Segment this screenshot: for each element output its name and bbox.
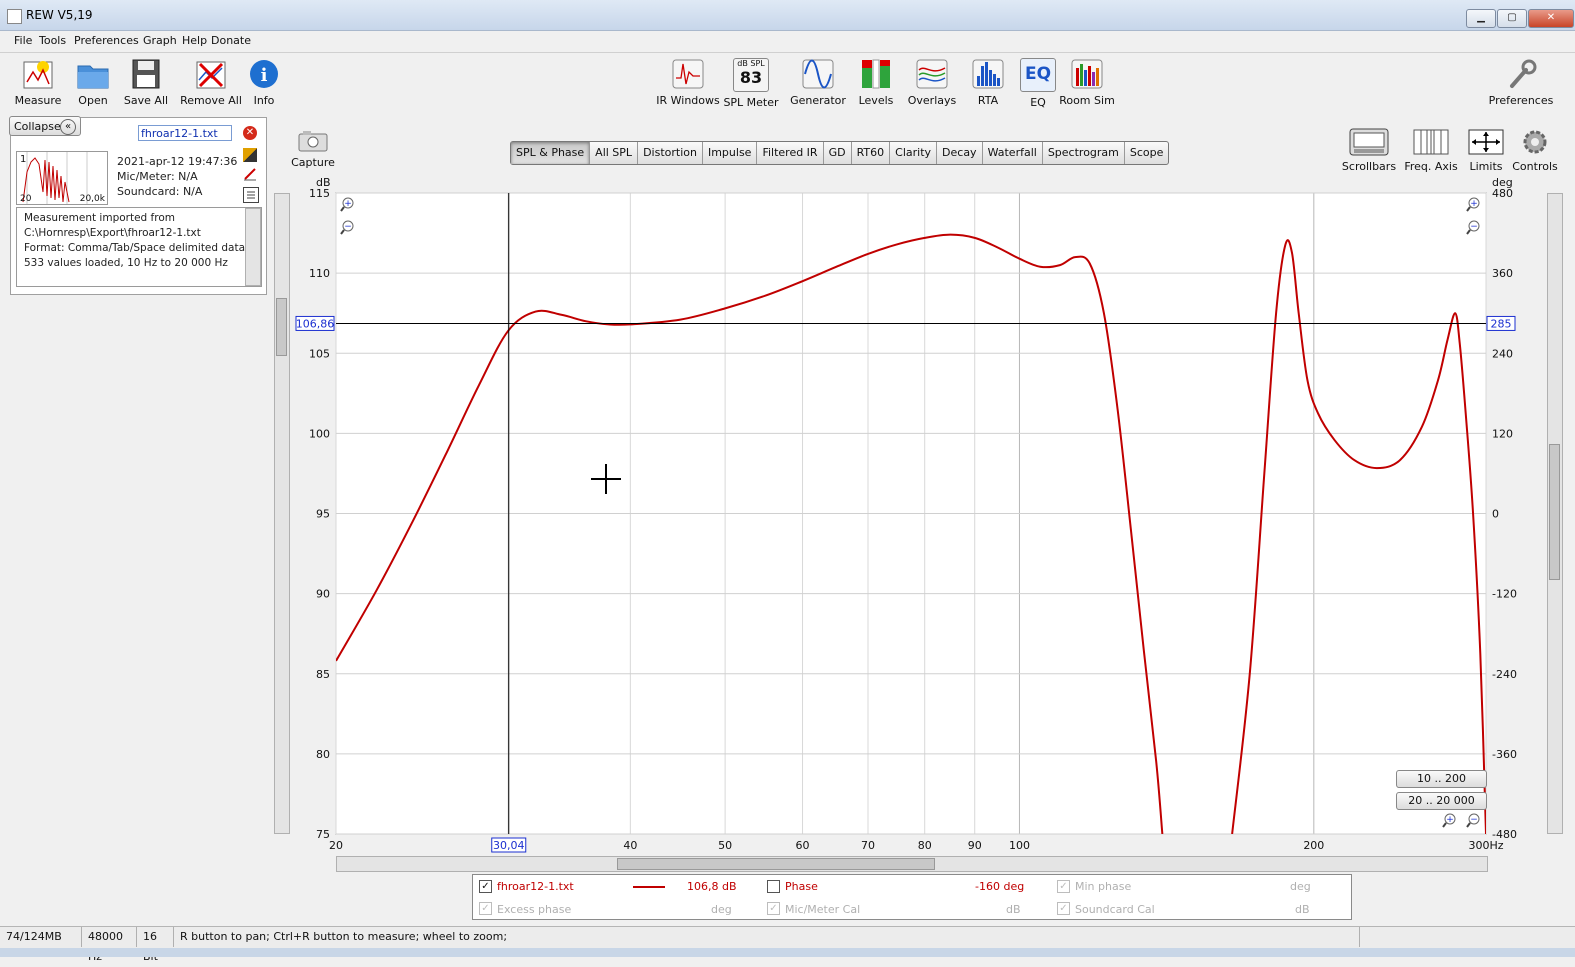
right-y-tick-label: -240 [1492,668,1517,681]
horizontal-scroll-thumb[interactable] [617,858,935,870]
right-y-tick-label: -360 [1492,748,1517,761]
soundcard-cal-label: Soundcard Cal [1075,903,1155,916]
excess-phase-label: Excess phase [497,903,572,916]
left-y-tick-label: 90 [316,588,330,601]
left-y-tick-label: 75 [316,828,330,841]
left-vertical-scrollbar[interactable] [274,193,290,834]
x-tick-label: 60 [796,839,810,852]
left-y-tick-label: 100 [309,427,330,440]
range-10-200-button[interactable]: 10 .. 200 [1396,770,1487,788]
svg-text:+: + [1446,815,1454,825]
right-scroll-thumb[interactable] [1549,444,1560,580]
trace-line-swatch [633,886,665,888]
min-phase-checkbox[interactable]: ✓ [1057,880,1070,893]
mic-meter-cal-unit: dB [1006,903,1021,916]
right-y-tick-label: -480 [1492,828,1517,841]
svg-text:+: + [344,199,352,209]
min-phase-unit: deg [1290,880,1311,893]
spl-phase-chart[interactable]: 20 40 50 60 70 80 90 100 200 300Hz115110105100959… [0,0,1575,957]
cursor-right-label: 285 [1491,317,1512,330]
phase-label: Phase [785,880,818,893]
right-y-tick-label: 360 [1492,267,1513,280]
svg-text:−: − [1470,222,1478,232]
trace-name: fhroar12-1.txt [497,880,574,893]
cursor-y-label: 106,86 [296,317,335,330]
x-tick-label: 80 [918,839,932,852]
phase-checkbox[interactable] [767,880,780,893]
window-bottom-border [0,948,1575,957]
cursor-x-label: 30,04 [493,839,525,852]
left-scroll-thumb[interactable] [276,298,287,356]
soundcard-cal-checkbox[interactable]: ✓ [1057,902,1070,915]
right-vertical-scrollbar[interactable] [1547,193,1563,834]
x-tick-label: 200 [1303,839,1324,852]
soundcard-cal-unit: dB [1295,903,1310,916]
right-y-tick-label: -120 [1492,588,1517,601]
min-phase-label: Min phase [1075,880,1132,893]
mic-meter-cal-checkbox[interactable]: ✓ [767,902,780,915]
left-y-tick-label: 110 [309,267,330,280]
x-tick-label: 20 [329,839,343,852]
left-y-tick-label: 85 [316,668,330,681]
mic-meter-cal-label: Mic/Meter Cal [785,903,861,916]
bit-depth: 16 Bit [137,927,174,963]
legend-panel: ✓ fhroar12-1.txt 106,8 dB Phase -160 deg… [472,874,1352,920]
right-y-tick-label: 0 [1492,508,1499,521]
left-y-tick-label: 80 [316,748,330,761]
status-bar: 74/124MB 48000 Hz 16 Bit R button to pan… [0,926,1575,963]
right-axis-label: deg [1492,176,1513,189]
left-y-tick-label: 105 [309,347,330,360]
range-20-20000-button[interactable]: 20 .. 20 000 [1396,792,1487,810]
x-tick-label: 50 [718,839,732,852]
svg-text:−: − [1470,815,1478,825]
x-tick-label: 90 [968,839,982,852]
phase-value: -160 deg [975,880,1025,893]
right-y-tick-label: 240 [1492,347,1513,360]
status-message: R button to pan; Ctrl+R button to measur… [174,927,1360,947]
trace-value: 106,8 dB [687,880,737,893]
left-y-tick-label: 95 [316,508,330,521]
excess-phase-unit: deg [711,903,732,916]
x-tick-label: 70 [861,839,875,852]
sample-rate: 48000 Hz [82,927,137,963]
excess-phase-checkbox[interactable]: ✓ [479,902,492,915]
x-tick-label: 40 [623,839,637,852]
memory-usage: 74/124MB [0,927,82,947]
svg-text:+: + [1470,199,1478,209]
horizontal-scrollbar[interactable] [336,856,1488,872]
left-axis-label: dB [316,176,331,189]
svg-text:−: − [344,222,352,232]
right-y-tick-label: 120 [1492,427,1513,440]
trace-checkbox[interactable]: ✓ [479,880,492,893]
x-tick-label: 100 [1009,839,1030,852]
